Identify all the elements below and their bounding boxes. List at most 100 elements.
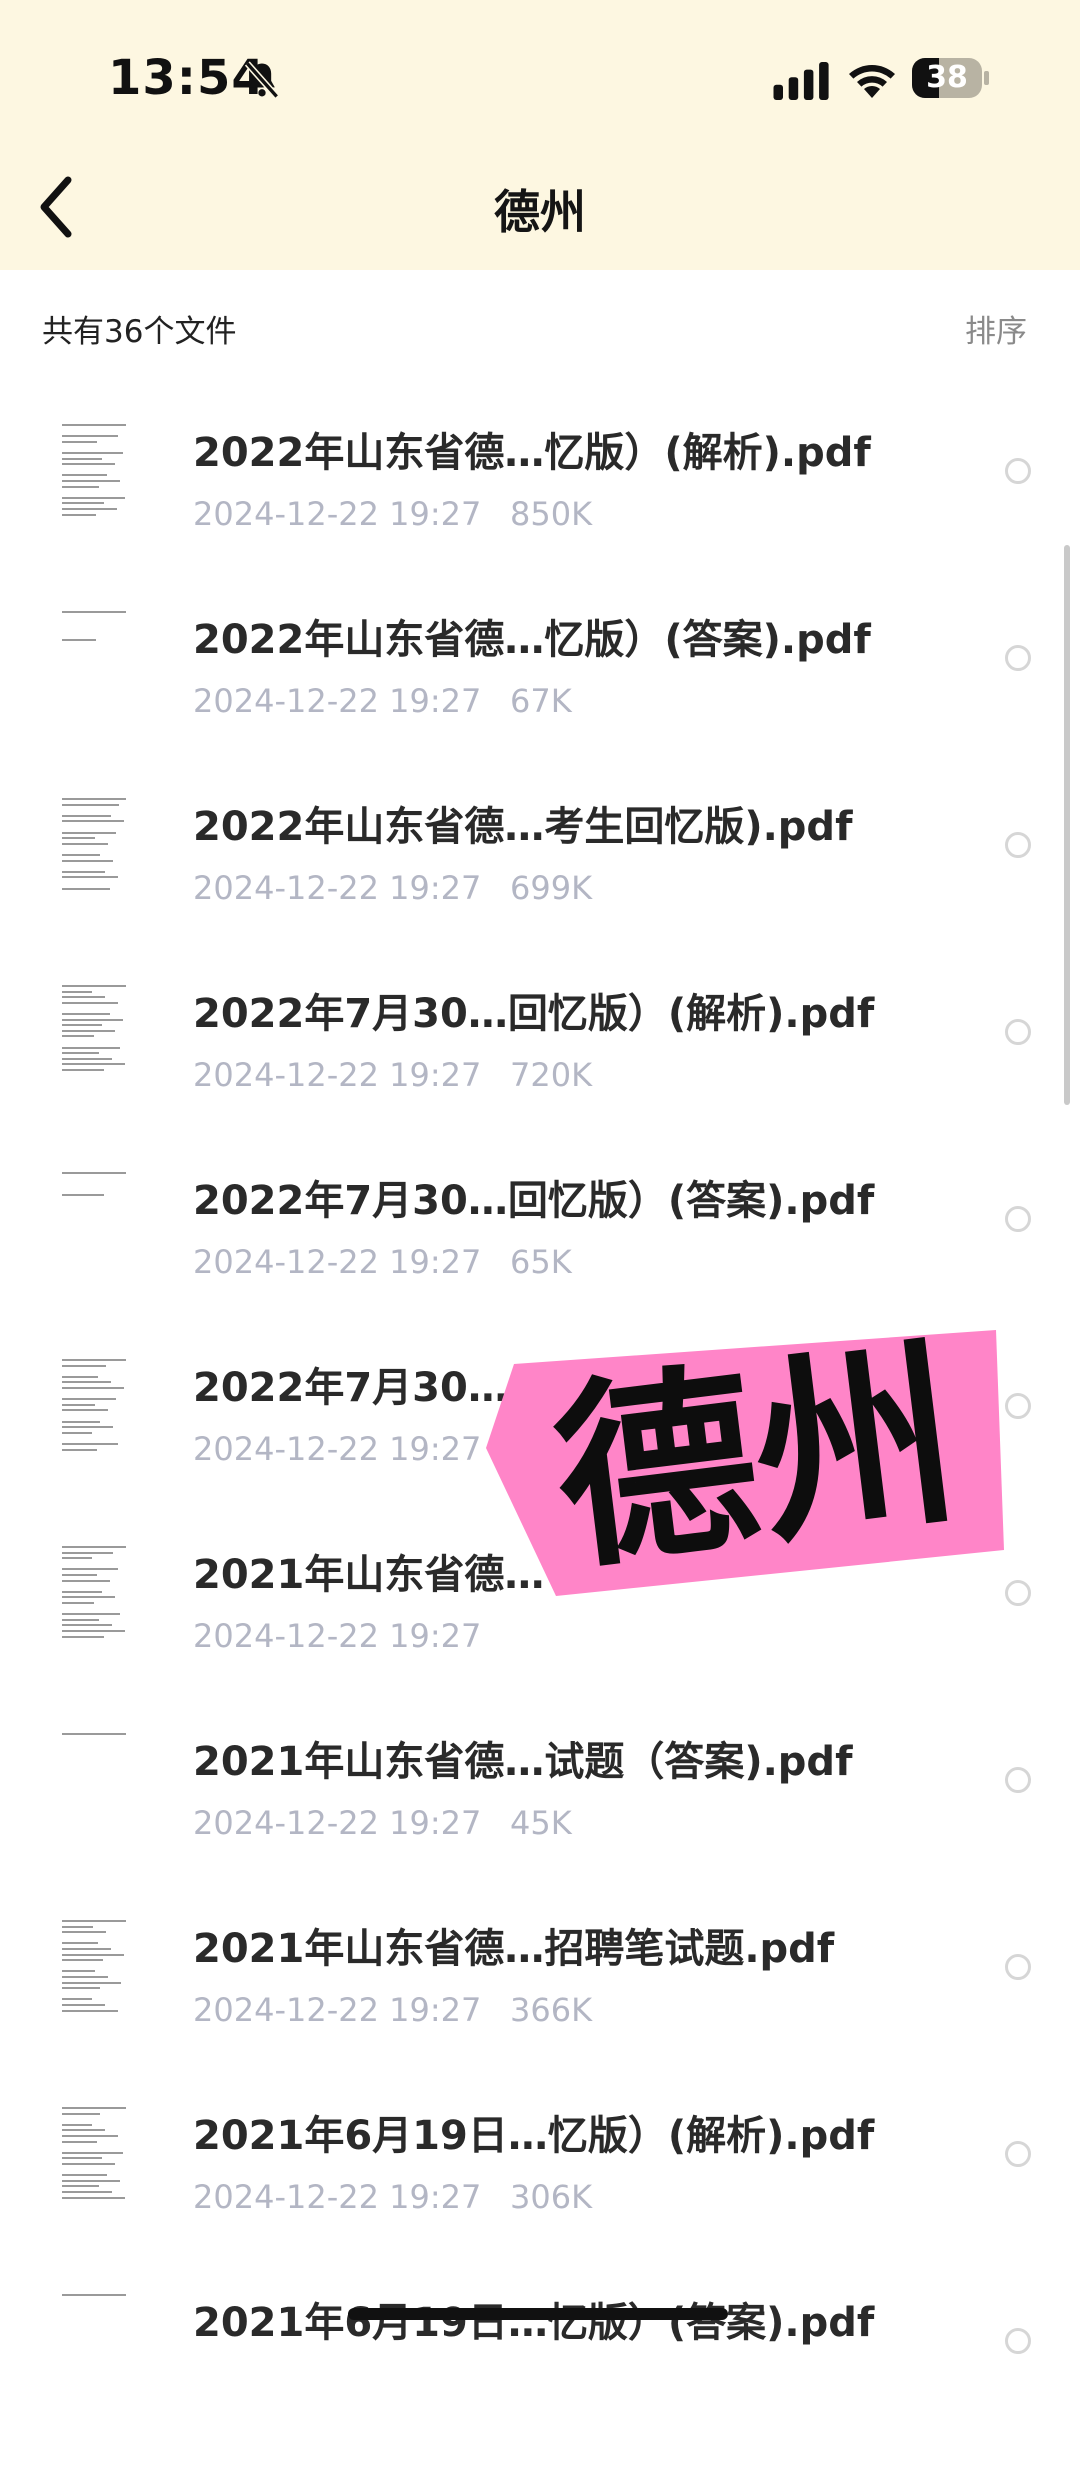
thumbnail-line xyxy=(62,1590,102,1593)
thumbnail-line xyxy=(62,452,123,454)
file-size: 850K xyxy=(510,495,593,533)
thumbnail-line xyxy=(62,990,92,993)
file-row[interactable]: 2021年6月19日…忆版）(解析).pdf 2024-12-22 19:27 30… xyxy=(0,2103,1080,2290)
thumbnail-line xyxy=(62,1403,95,1406)
home-indicator[interactable] xyxy=(348,2308,728,2320)
thumbnail-line xyxy=(62,996,105,999)
select-radio[interactable] xyxy=(1005,1580,1031,1606)
pdf-thumbnail xyxy=(62,981,128,1081)
thumbnail-line xyxy=(62,2294,126,2296)
select-radio[interactable] xyxy=(1005,2141,1031,2167)
select-radio[interactable] xyxy=(1005,1206,1031,1232)
select-radio[interactable] xyxy=(1005,1019,1031,1045)
select-radio[interactable] xyxy=(1005,1767,1031,1793)
thumbnail-line xyxy=(62,1018,123,1021)
file-size: 366K xyxy=(510,1991,593,2029)
pdf-thumbnail xyxy=(62,1729,128,1829)
thumbnail-line xyxy=(62,842,108,845)
page-title: 德州 xyxy=(494,185,586,239)
thumbnail-line xyxy=(62,1981,121,1984)
select-radio[interactable] xyxy=(1005,2328,1031,2354)
thumbnail-line xyxy=(62,887,110,890)
thumbnail-line xyxy=(62,870,105,873)
battery-cap xyxy=(984,71,989,85)
file-row[interactable]: 2021年山东省德…招聘笔试题.pdf 2024-12-22 19:27 366K xyxy=(0,1916,1080,2103)
thumbnail-line xyxy=(62,1448,97,1451)
wifi-icon xyxy=(849,65,895,98)
thumbnail-line xyxy=(62,2157,102,2160)
thumbnail-line xyxy=(62,496,125,499)
thumbnail-line xyxy=(62,2179,120,2182)
sort-button[interactable]: 排序 xyxy=(965,306,1027,351)
thumbnail-line xyxy=(62,2107,126,2109)
pdf-thumbnail xyxy=(62,2290,128,2390)
thumbnail-line xyxy=(62,1596,115,1599)
thumbnail-line xyxy=(62,1546,126,1548)
pdf-thumbnail xyxy=(62,420,128,520)
thumbnail-line xyxy=(62,1029,115,1032)
thumbnail-line xyxy=(62,1035,94,1038)
thumbnail-line xyxy=(62,876,118,879)
thumbnail-line xyxy=(62,1733,126,1735)
file-count-label: 共有36个文件 xyxy=(42,314,237,350)
thumbnail-line xyxy=(62,2123,92,2126)
thumbnail-line xyxy=(62,2129,105,2132)
file-row[interactable]: 2021年山东省德…试题（答案).pdf 2024-12-22 19:27 45K xyxy=(0,1729,1080,1916)
thumbnail-line xyxy=(62,1024,102,1027)
pdf-thumbnail xyxy=(62,607,128,707)
battery-level: 38 xyxy=(926,60,968,95)
file-name: 2021年山东省德…招聘笔试题.pdf xyxy=(193,1926,835,1972)
thumbnail-line xyxy=(62,2191,112,2193)
thumbnail-line xyxy=(62,1970,95,1973)
thumbnail-line xyxy=(62,1568,118,1571)
file-date: 2024-12-22 19:27 xyxy=(193,1617,482,1655)
thumbnail-line xyxy=(62,1420,100,1423)
thumbnail-line xyxy=(62,463,115,466)
thumbnail-line xyxy=(62,1364,106,1367)
select-radio[interactable] xyxy=(1005,645,1031,671)
thumbnail-line xyxy=(62,814,111,817)
file-date: 2024-12-22 19:27 xyxy=(193,2178,482,2216)
file-size: 306K xyxy=(510,2178,593,2216)
file-date: 2024-12-22 19:27 xyxy=(193,1243,482,1281)
thumbnail-line xyxy=(62,1987,100,1990)
thumbnail-line xyxy=(62,2004,105,2006)
thumbnail-line xyxy=(62,1375,98,1378)
select-radio[interactable] xyxy=(1005,1954,1031,1980)
file-row[interactable]: 2022年山东省德…忆版）(答案).pdf 2024-12-22 19:27 67K xyxy=(0,607,1080,794)
thumbnail-line xyxy=(62,1194,104,1197)
file-row[interactable]: 2022年7月30…回忆版）(解析).pdf 2024-12-22 19:27 72… xyxy=(0,981,1080,1168)
file-row[interactable]: 2022年山东省德…忆版）(解析).pdf 2024-12-22 19:27 850… xyxy=(0,420,1080,607)
pdf-thumbnail xyxy=(62,1355,128,1455)
thumbnail-line xyxy=(62,1998,92,2001)
thumbnail-line xyxy=(62,1052,99,1055)
thumbnail-line xyxy=(62,480,120,482)
file-size: 45K xyxy=(510,1804,572,1842)
file-date: 2024-12-22 19:27 xyxy=(193,1804,482,1842)
thumbnail-line xyxy=(62,1431,92,1434)
file-row[interactable]: 2022年山东省德…考生回忆版).pdf 2024-12-22 19:27 699K xyxy=(0,794,1080,981)
thumbnail-line xyxy=(62,1359,126,1361)
thumbnail-line xyxy=(62,1409,108,1412)
thumbnail-line xyxy=(62,2009,118,2012)
signal-icon xyxy=(773,62,829,100)
scrollbar[interactable] xyxy=(1064,545,1070,1105)
thumbnail-line xyxy=(62,502,104,505)
pdf-thumbnail xyxy=(62,2103,128,2203)
thumbnail-line xyxy=(62,1624,112,1627)
thumbnail-line xyxy=(62,1635,104,1638)
thumbnail-line xyxy=(62,1443,118,1445)
thumbnail-line xyxy=(62,485,99,488)
thumbnail-line xyxy=(62,1931,106,1934)
file-name: 2021年山东省德…试题（答案).pdf xyxy=(193,1739,853,1785)
thumbnail-line xyxy=(62,1551,113,1554)
thumbnail-line xyxy=(62,2196,125,2199)
thumbnail-line xyxy=(62,1925,93,1928)
select-radio[interactable] xyxy=(1005,1393,1031,1419)
thumbnail-line xyxy=(62,474,107,477)
file-name: 2022年7月30…回忆版）(解析).pdf xyxy=(193,991,875,1037)
select-radio[interactable] xyxy=(1005,832,1031,858)
thumbnail-line xyxy=(62,440,97,443)
pdf-thumbnail xyxy=(62,1542,128,1642)
select-radio[interactable] xyxy=(1005,458,1031,484)
